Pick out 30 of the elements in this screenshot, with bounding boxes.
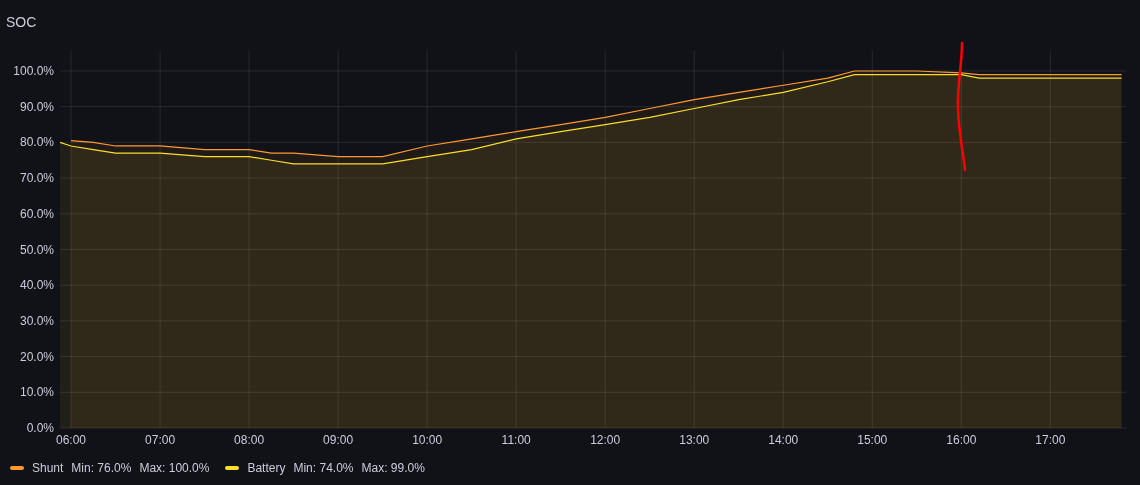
legend-stat: Max: 100.0% <box>139 459 210 476</box>
legend-stat: Min: 74.0% <box>293 459 354 476</box>
x-axis-label: 16:00 <box>946 433 977 447</box>
y-axis-label: 70.0% <box>19 171 54 186</box>
x-axis-label: 06:00 <box>56 433 87 447</box>
y-axis-label: 0.0% <box>26 421 54 435</box>
x-axis-label: 12:00 <box>590 433 621 447</box>
legend-label[interactable]: Shunt <box>32 459 64 476</box>
x-axis-label: 10:00 <box>412 433 443 447</box>
x-axis-label: 15:00 <box>857 433 888 447</box>
y-axis-label: 50.0% <box>19 242 54 257</box>
y-axis-label: 30.0% <box>19 313 54 328</box>
legend-label[interactable]: Battery <box>247 459 286 476</box>
x-axis-label: 09:00 <box>323 433 354 447</box>
y-axis-label: 20.0% <box>19 349 54 364</box>
y-axis-label: 60.0% <box>19 206 54 221</box>
x-axis-label: 17:00 <box>1035 433 1066 447</box>
x-axis-label: 08:00 <box>234 433 265 447</box>
x-axis-label: 14:00 <box>768 433 799 447</box>
legend-stat: Max: 99.0% <box>361 459 425 476</box>
y-axis-label: 90.0% <box>19 99 54 114</box>
panel-title: SOC <box>5 13 38 32</box>
x-axis-label: 13:00 <box>679 433 710 447</box>
x-axis-label: 11:00 <box>501 433 531 447</box>
y-axis-label: 80.0% <box>19 135 54 150</box>
y-axis-label: 100.0% <box>13 64 54 78</box>
x-axis-label: 07:00 <box>145 433 176 447</box>
y-axis-label: 10.0% <box>19 385 54 400</box>
y-axis-label: 40.0% <box>19 278 54 293</box>
legend-stat: Min: 76.0% <box>71 459 132 476</box>
